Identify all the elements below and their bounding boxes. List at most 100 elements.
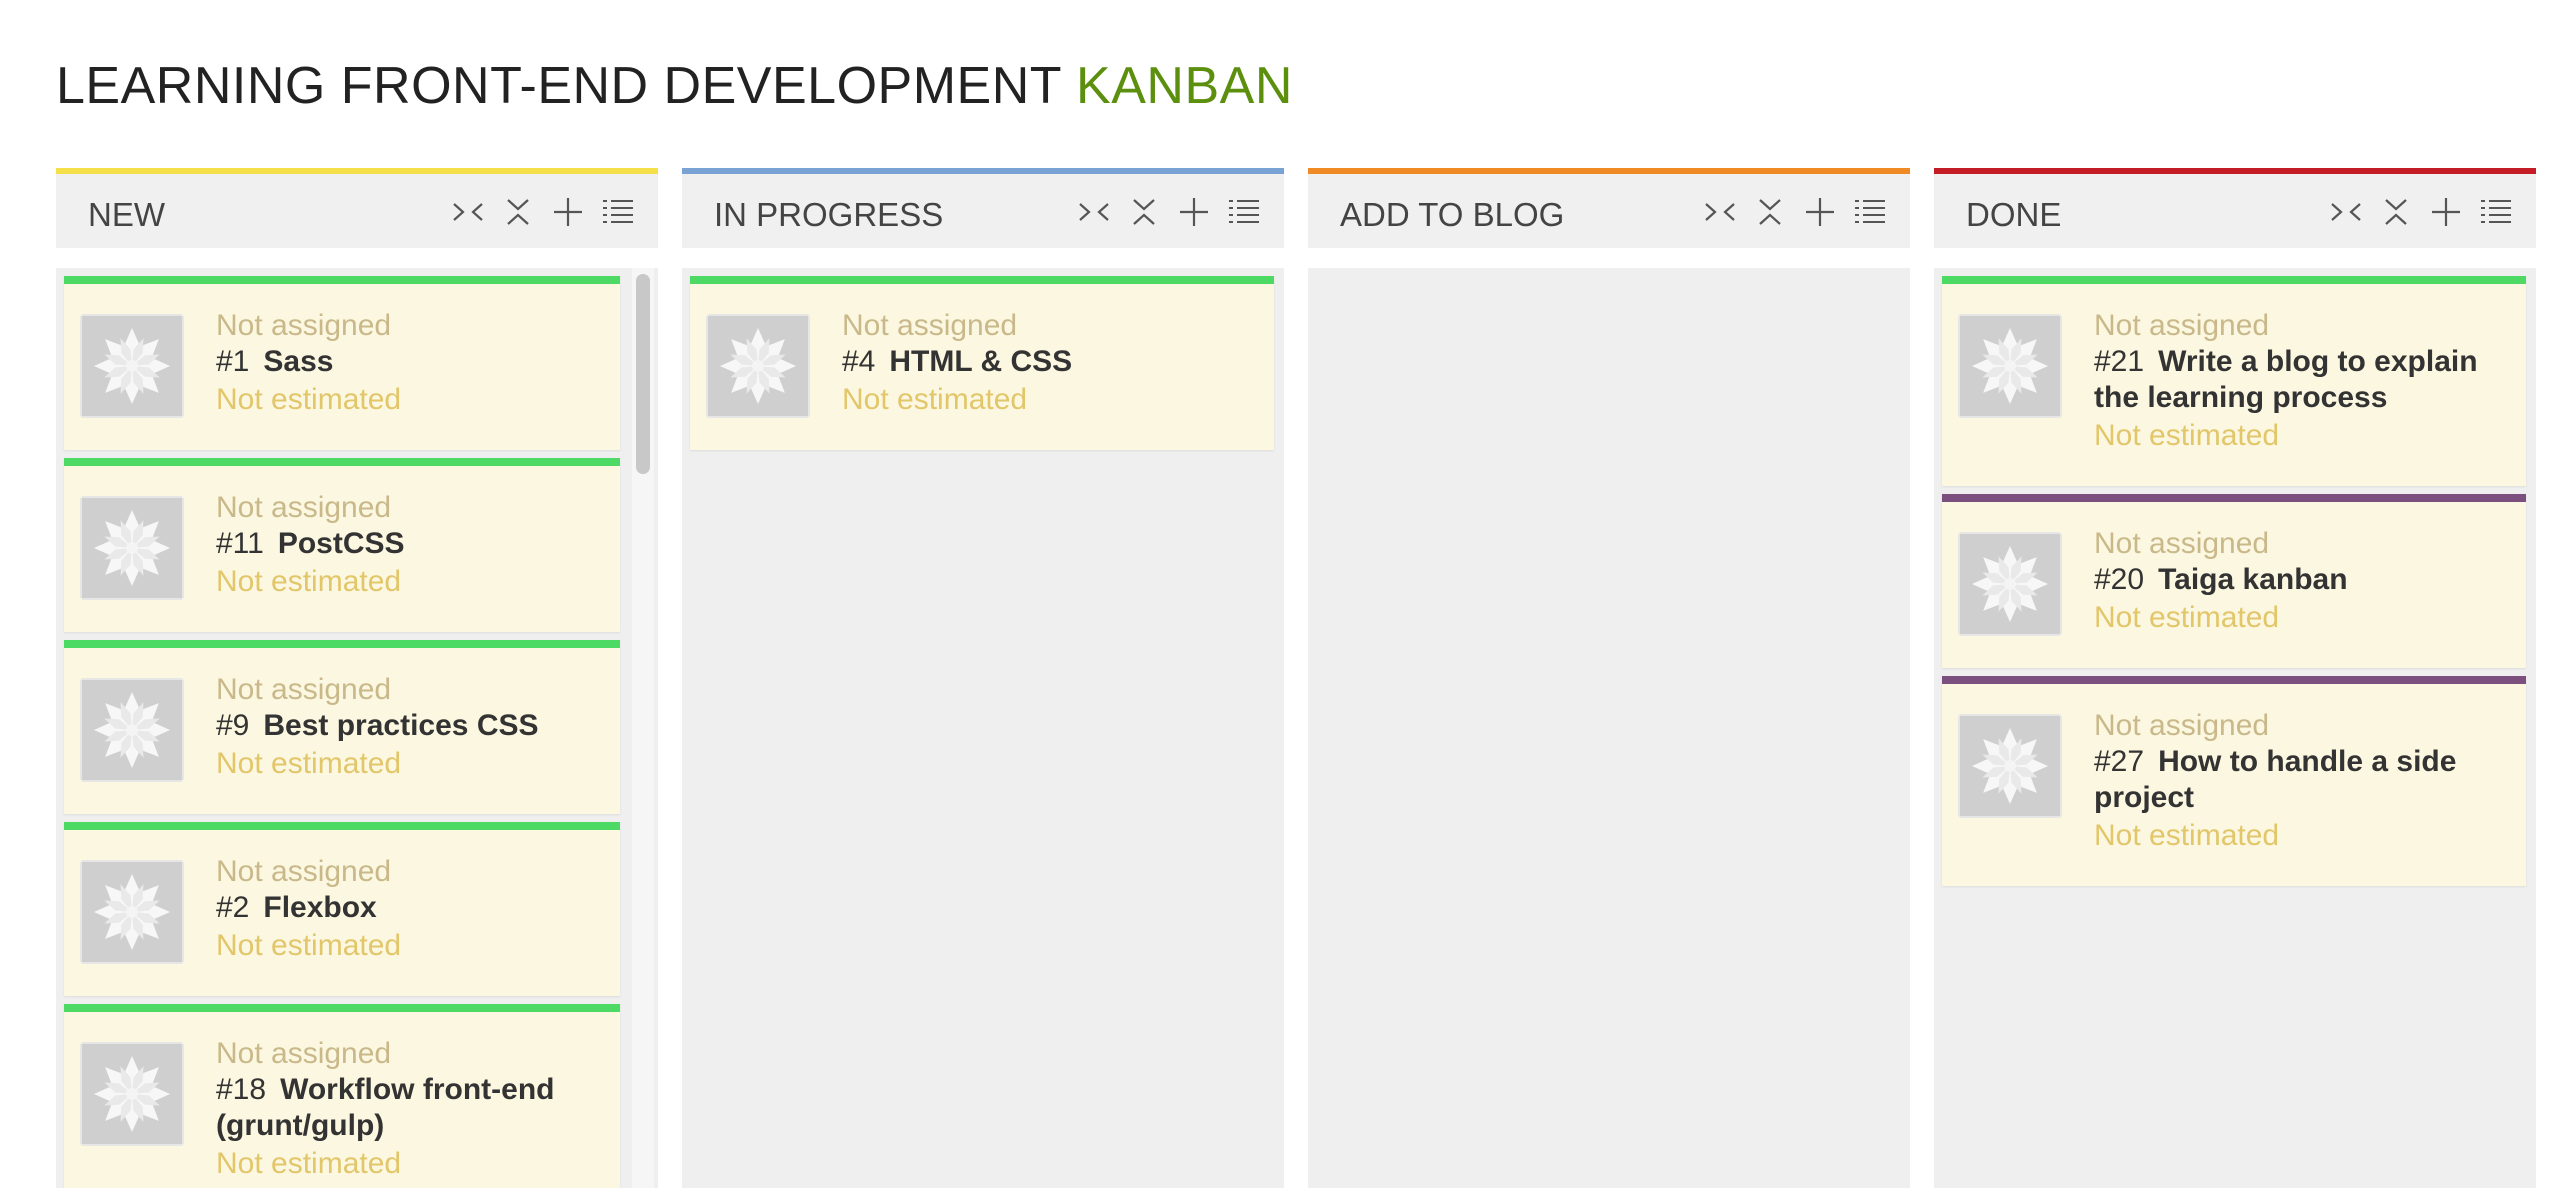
task-card[interactable]: Not assigned #18 Workflow front-end (grunt… <box>64 1004 620 1188</box>
column-title: NEW <box>88 196 165 233</box>
card-subject: How to handle a side project <box>2094 745 2457 814</box>
card-ref: #4 <box>842 345 876 378</box>
collapse-icon[interactable] <box>1752 194 1788 230</box>
add-icon[interactable] <box>1176 194 1212 230</box>
column-body[interactable] <box>1308 268 1910 1188</box>
card-ref: #1 <box>216 345 250 378</box>
card-content: Not assigned #11 PostCSS Not estimated <box>216 490 600 602</box>
column-title: DONE <box>1966 196 2062 233</box>
avatar[interactable] <box>80 860 184 964</box>
task-card[interactable]: Not assigned #4 HTML & CSS Not estimated <box>690 276 1274 450</box>
avatar[interactable] <box>80 496 184 600</box>
column-header: ADD TO BLOG <box>1308 168 1910 248</box>
card-title[interactable]: #2 Flexbox <box>216 890 600 926</box>
column-header: DONE <box>1934 168 2536 248</box>
card-subject: Write a blog to explain the learning pro… <box>2094 345 2478 414</box>
card-subject: Workflow front-end (grunt/gulp) <box>216 1073 555 1142</box>
card-ref: #20 <box>2094 563 2145 596</box>
avatar[interactable] <box>1958 532 2062 636</box>
task-card[interactable]: Not assigned #20 Taiga kanban Not estimated <box>1942 494 2526 668</box>
add-icon[interactable] <box>2428 194 2464 230</box>
estimate-label[interactable]: Not estimated <box>216 380 600 420</box>
list-icon[interactable] <box>600 194 636 230</box>
estimate-label[interactable]: Not estimated <box>2094 816 2506 856</box>
avatar[interactable] <box>1958 314 2062 418</box>
estimate-label[interactable]: Not estimated <box>216 926 600 966</box>
page-title-accent: KANBAN <box>1076 57 1293 115</box>
task-card[interactable]: Not assigned #27 How to handle a side proj… <box>1942 676 2526 886</box>
kanban-column-add-to-blog: ADD TO BLOG <box>1308 168 1910 1188</box>
card-title[interactable]: #20 Taiga kanban <box>2094 562 2506 598</box>
scrollbar-thumb[interactable] <box>636 274 650 474</box>
fold-icon[interactable] <box>1076 194 1112 230</box>
estimate-label[interactable]: Not estimated <box>842 380 1254 420</box>
estimate-label[interactable]: Not estimated <box>216 1144 600 1184</box>
fold-icon[interactable] <box>2328 194 2364 230</box>
card-content: Not assigned #27 How to handle a side proj… <box>2094 708 2506 856</box>
avatar[interactable] <box>80 678 184 782</box>
collapse-icon[interactable] <box>1126 194 1162 230</box>
list-icon[interactable] <box>1852 194 1888 230</box>
estimate-label[interactable]: Not estimated <box>2094 416 2506 456</box>
kanban-column-in-progress: IN PROGRESS Not assigned #4 HTML & CSS Not … <box>682 168 1284 1188</box>
card-title[interactable]: #9 Best practices CSS <box>216 708 600 744</box>
card-content: Not assigned #4 HTML & CSS Not estimated <box>842 308 1254 420</box>
estimate-label[interactable]: Not estimated <box>2094 598 2506 638</box>
task-card[interactable]: Not assigned #11 PostCSS Not estimated <box>64 458 620 632</box>
column-title: ADD TO BLOG <box>1340 196 1565 233</box>
column-body[interactable]: Not assigned #4 HTML & CSS Not estimated <box>682 268 1284 1188</box>
list-icon[interactable] <box>1226 194 1262 230</box>
card-ref: #18 <box>216 1073 267 1106</box>
card-subject: PostCSS <box>277 527 405 560</box>
card-content: Not assigned #9 Best practices CSS Not esti… <box>216 672 600 784</box>
card-title[interactable]: #21 Write a blog to explain the learning … <box>2094 344 2506 416</box>
fold-icon[interactable] <box>450 194 486 230</box>
list-icon[interactable] <box>2478 194 2514 230</box>
column-body[interactable]: Not assigned #21 Write a blog to explain t… <box>1934 268 2536 1188</box>
assignee-label[interactable]: Not assigned <box>2094 308 2506 344</box>
add-icon[interactable] <box>550 194 586 230</box>
add-icon[interactable] <box>1802 194 1838 230</box>
assignee-label[interactable]: Not assigned <box>216 490 600 526</box>
column-actions <box>450 194 636 230</box>
card-title[interactable]: #18 Workflow front-end (grunt/gulp) <box>216 1072 600 1144</box>
estimate-label[interactable]: Not estimated <box>216 744 600 784</box>
task-card[interactable]: Not assigned #1 Sass Not estimated <box>64 276 620 450</box>
avatar[interactable] <box>706 314 810 418</box>
card-subject: HTML & CSS <box>889 345 1073 378</box>
assignee-label[interactable]: Not assigned <box>842 308 1254 344</box>
assignee-label[interactable]: Not assigned <box>216 854 600 890</box>
card-ref: #11 <box>216 527 264 560</box>
fold-icon[interactable] <box>1702 194 1738 230</box>
card-ref: #27 <box>2094 745 2145 778</box>
card-content: Not assigned #18 Workflow front-end (grunt… <box>216 1036 600 1184</box>
page-title: LEARNING FRONT-END DEVELOPMENT KANBAN <box>56 54 1293 118</box>
estimate-label[interactable]: Not estimated <box>216 562 600 602</box>
task-card[interactable]: Not assigned #9 Best practices CSS Not esti… <box>64 640 620 814</box>
avatar[interactable] <box>1958 714 2062 818</box>
task-card[interactable]: Not assigned #2 Flexbox Not estimated <box>64 822 620 996</box>
avatar[interactable] <box>80 1042 184 1146</box>
card-title[interactable]: #11 PostCSS <box>216 526 600 562</box>
collapse-icon[interactable] <box>2378 194 2414 230</box>
assignee-label[interactable]: Not assigned <box>216 1036 600 1072</box>
avatar[interactable] <box>80 314 184 418</box>
collapse-icon[interactable] <box>500 194 536 230</box>
column-actions <box>1076 194 1262 230</box>
assignee-label[interactable]: Not assigned <box>2094 526 2506 562</box>
task-card[interactable]: Not assigned #21 Write a blog to explain t… <box>1942 276 2526 486</box>
card-title[interactable]: #1 Sass <box>216 344 600 380</box>
card-title[interactable]: #4 HTML & CSS <box>842 344 1254 380</box>
assignee-label[interactable]: Not assigned <box>2094 708 2506 744</box>
card-ref: #9 <box>216 709 250 742</box>
kanban-column-done: DONE Not assigned #21 Write a blog to expl… <box>1934 168 2536 1188</box>
column-actions <box>1702 194 1888 230</box>
card-title[interactable]: #27 How to handle a side project <box>2094 744 2506 816</box>
assignee-label[interactable]: Not assigned <box>216 308 600 344</box>
column-body[interactable]: Not assigned #1 Sass Not estimated Not assi… <box>56 268 658 1188</box>
assignee-label[interactable]: Not assigned <box>216 672 600 708</box>
card-subject: Best practices CSS <box>263 709 539 742</box>
card-subject: Sass <box>263 345 334 378</box>
card-content: Not assigned #2 Flexbox Not estimated <box>216 854 600 966</box>
card-content: Not assigned #20 Taiga kanban Not estimated <box>2094 526 2506 638</box>
